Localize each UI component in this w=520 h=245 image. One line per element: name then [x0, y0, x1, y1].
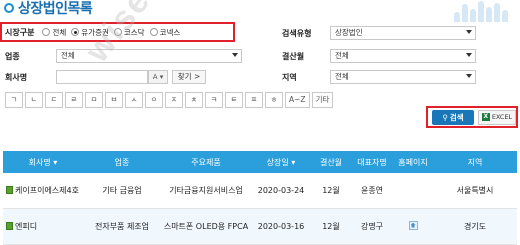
cell-listed-date: 2020-03-24 — [257, 186, 305, 195]
chevron-down-icon — [466, 53, 472, 57]
chevron-down-icon — [232, 53, 238, 57]
consonant-button[interactable]: ㅍ — [245, 92, 263, 108]
home-icon[interactable] — [408, 220, 418, 230]
excel-icon: X — [481, 113, 490, 121]
search-type-select[interactable]: 상장법인 — [330, 26, 476, 40]
cell-homepage — [393, 220, 433, 233]
consonant-button[interactable]: ㅅ — [125, 92, 143, 108]
consonant-button[interactable]: ㅎ — [265, 92, 283, 108]
cell-region: 경기도 — [463, 222, 487, 231]
consonant-button[interactable]: ㄷ — [45, 92, 63, 108]
action-button-group: ⚲ 검색 X EXCEL — [426, 106, 518, 128]
col-header-settle: 결산월 — [319, 157, 343, 167]
industry-label: 업종 — [5, 51, 20, 61]
cell-ceo: 강명구 — [360, 222, 384, 231]
company-table: 회사명 ▾ 업종 주요제품 상장일 ▾ 결산월 대표자명 홈페이지 지역 케이프… — [3, 151, 517, 245]
radio-off-icon[interactable] — [149, 28, 158, 36]
consonant-button[interactable]: ㄹ — [65, 92, 83, 108]
name-label: 회사명 — [5, 72, 28, 82]
settle-select[interactable]: 전체 — [330, 49, 476, 63]
col-header-homepage: 홈페이지 — [398, 157, 428, 167]
consonant-button[interactable]: ㅂ — [105, 92, 123, 108]
cell-industry: 전자부품 제조업 — [94, 222, 150, 231]
consonant-button[interactable]: ㄱ — [5, 92, 23, 108]
search-type-label: 검색유형 — [282, 28, 312, 38]
title-bullet-icon — [4, 3, 14, 13]
col-header-listed[interactable]: 상장일 ▾ — [251, 157, 311, 168]
consonant-button[interactable]: ㅈ — [165, 92, 183, 108]
excel-download-button[interactable]: X EXCEL — [478, 109, 516, 125]
consonant-button-az[interactable]: A~Z — [285, 92, 310, 108]
decorative-skyline-icon — [452, 0, 512, 22]
consonant-filter-bar: ㄱ ㄴ ㄷ ㄹ ㅁ ㅂ ㅅ ㅇ ㅈ ㅊ ㅋ ㅌ ㅍ ㅎ A~Z 기타 — [5, 92, 334, 108]
consonant-button[interactable]: ㅊ — [185, 92, 203, 108]
cell-settle: 12월 — [322, 222, 340, 231]
company-name-link[interactable]: 엔피디 — [3, 221, 83, 232]
search-type-row: 검색유형 — [282, 25, 311, 41]
col-header-industry: 업종 — [114, 157, 130, 167]
table-row: 케이프이에스제4호 기타 금융업 기타금융지원서비스업 2020-03-24 1… — [3, 173, 517, 209]
col-header-ceo: 대표자명 — [357, 157, 387, 167]
cell-product: 기타금융지원서비스업 — [169, 186, 243, 195]
consonant-button[interactable]: ㅇ — [145, 92, 163, 108]
company-info-icon[interactable] — [6, 186, 13, 194]
market-label: 시장구분 — [5, 27, 35, 37]
region-row: 지역 — [282, 69, 297, 85]
col-header-region: 지역 — [467, 157, 483, 167]
radio-off-icon[interactable] — [42, 28, 51, 36]
consonant-button[interactable]: ㄴ — [25, 92, 43, 108]
region-select[interactable]: 전체 — [330, 70, 476, 84]
market-radio-all[interactable]: 전체 — [42, 27, 66, 38]
cell-ceo: 윤종연 — [360, 186, 384, 195]
cell-listed-date: 2020-03-16 — [257, 222, 305, 231]
col-header-name[interactable]: 회사명 ▾ — [3, 157, 83, 168]
table-header: 회사명 ▾ 업종 주요제품 상장일 ▾ 결산월 대표자명 홈페이지 지역 — [3, 151, 517, 173]
company-name-link[interactable]: 케이프이에스제4호 — [3, 185, 83, 196]
page-title: 상장법인목록 — [18, 1, 93, 17]
consonant-button[interactable]: ㅌ — [225, 92, 243, 108]
col-header-product: 주요제품 — [191, 157, 221, 167]
find-button[interactable]: 찾기 > — [172, 70, 206, 84]
consonant-button[interactable]: ㅋ — [205, 92, 223, 108]
table-row: 엔피디 전자부품 제조업 스마트폰 OLED용 FPCA 2020-03-16 … — [3, 209, 517, 245]
settle-row: 결산월 — [282, 48, 304, 64]
company-info-icon[interactable] — [6, 222, 13, 230]
search-button[interactable]: ⚲ 검색 — [432, 109, 474, 125]
page-header: 상장법인목록 — [0, 0, 93, 17]
industry-row: 업종 — [5, 48, 20, 64]
radio-on-icon[interactable] — [71, 28, 80, 36]
cell-settle: 12월 — [322, 186, 340, 195]
cell-product: 스마트폰 OLED용 FPCA — [163, 222, 249, 231]
region-label: 지역 — [282, 72, 297, 82]
search-icon: ⚲ — [442, 112, 448, 122]
alpha-toggle-button[interactable]: A ▾ — [148, 70, 168, 84]
cell-region: 서울특별시 — [456, 186, 494, 195]
settle-label: 결산월 — [282, 51, 305, 61]
consonant-button[interactable]: ㅁ — [85, 92, 103, 108]
market-radio-konex[interactable]: 코넥스 — [149, 27, 180, 38]
chevron-down-icon — [466, 74, 472, 78]
name-row: 회사명 — [5, 69, 27, 85]
chevron-down-icon — [466, 30, 472, 34]
consonant-button-etc[interactable]: 기타 — [311, 92, 334, 108]
cell-industry: 기타 금융업 — [102, 186, 142, 195]
company-name-input[interactable] — [56, 70, 148, 84]
